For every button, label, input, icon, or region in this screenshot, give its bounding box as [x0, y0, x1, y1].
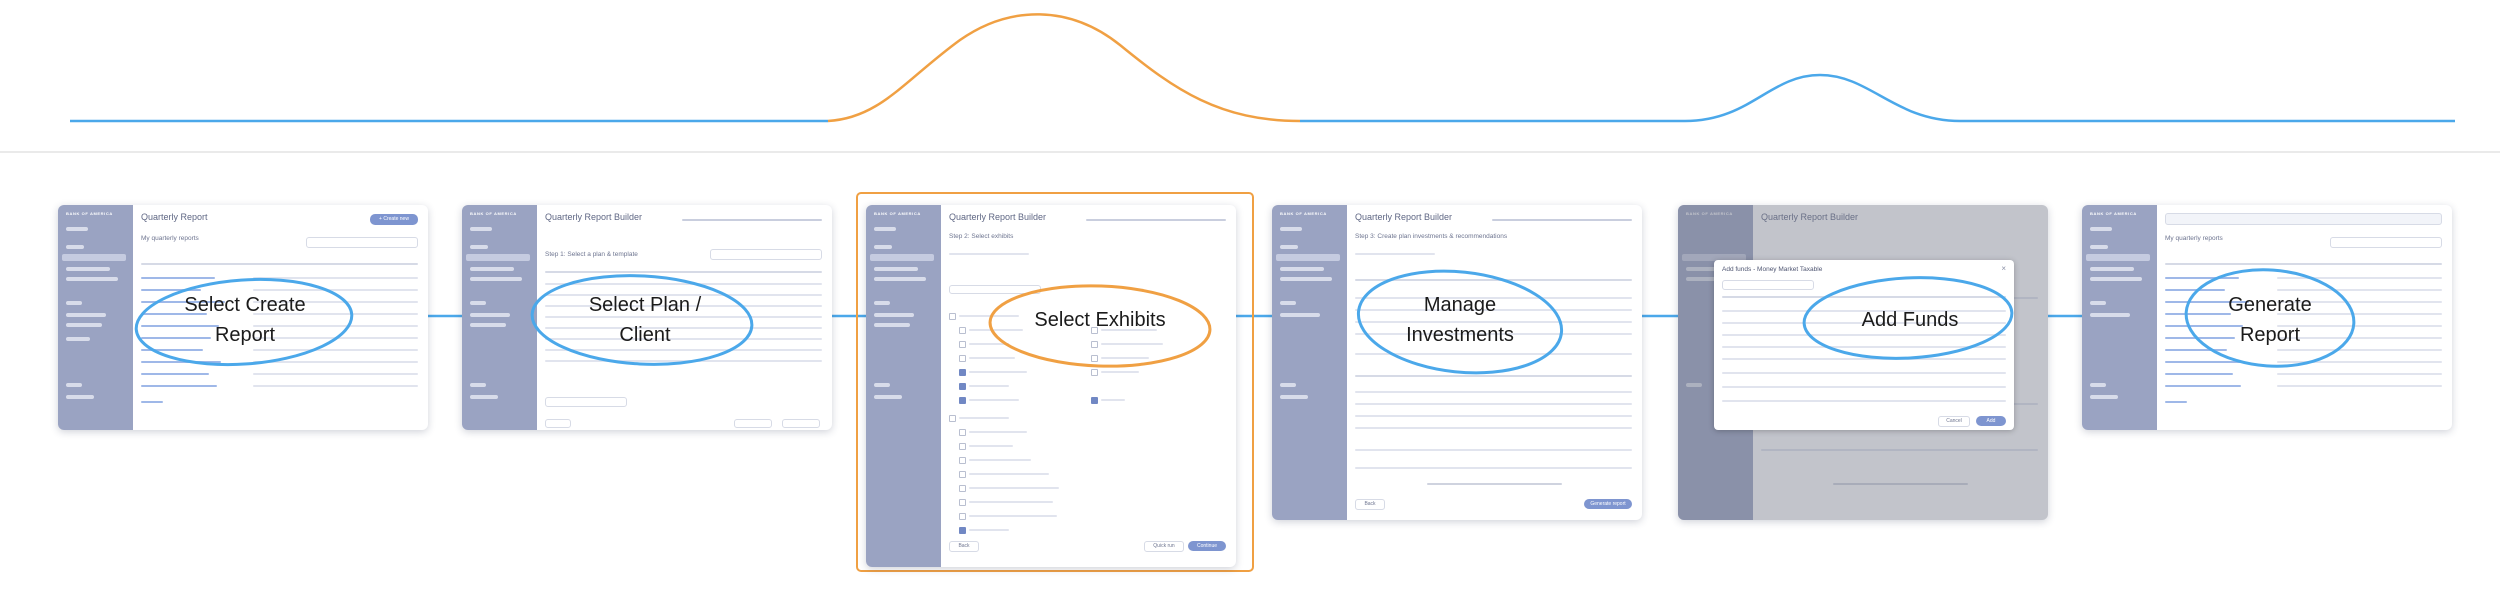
step-label-manage-investments: Manage Investments: [1375, 290, 1545, 350]
step-label-line: Select Create: [184, 294, 306, 316]
step-label-select-exhibits: Select Exhibits: [1010, 305, 1190, 335]
step-label-select-create-report: Select Create Report: [160, 290, 330, 350]
step-label-line: Select Plan /: [588, 294, 702, 316]
step-label-line: Report: [2239, 324, 2301, 346]
step-label-line: Select Exhibits: [1034, 309, 1166, 331]
annotation-layer: [134, 268, 2356, 375]
step-label-generate-report: Generate Report: [2185, 290, 2355, 350]
step-label-line: Add Funds: [1861, 309, 1959, 331]
step-label-line: Investments: [1406, 324, 1514, 346]
step-label-line: Generate: [2228, 294, 2312, 316]
step-label-add-funds: Add Funds: [1825, 305, 1995, 335]
step-label-line: Report: [214, 324, 276, 346]
step-label-line: Client: [619, 324, 671, 346]
step-label-line: Manage: [1423, 294, 1497, 316]
step-label-select-plan-client: Select Plan / Client: [560, 290, 730, 350]
